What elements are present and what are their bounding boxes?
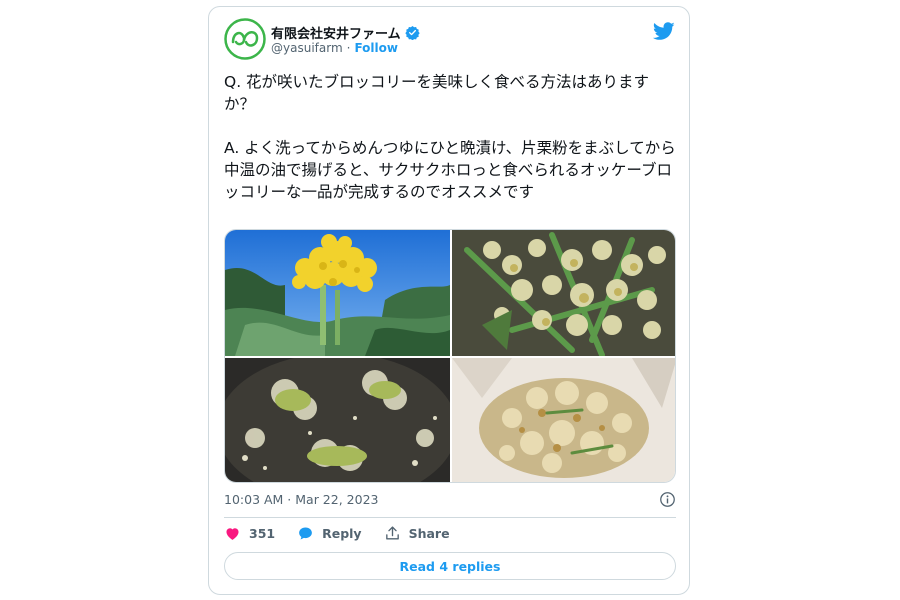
- author-name[interactable]: 有限会社安井ファーム: [271, 23, 401, 42]
- separator: ·: [346, 41, 351, 55]
- share-label: Share: [408, 526, 450, 541]
- twitter-bird-icon[interactable]: [653, 20, 675, 42]
- timestamp-row: 10:03 AM · Mar 22, 2023: [224, 491, 676, 508]
- reply-bubble-icon: [299, 527, 312, 540]
- share-icon: [385, 526, 399, 540]
- info-icon[interactable]: [659, 491, 676, 508]
- action-bar: 351 Reply Share: [224, 525, 450, 542]
- frying-broccoli-photo[interactable]: [225, 358, 450, 482]
- reply-button[interactable]: Reply: [297, 525, 362, 542]
- reply-label: Reply: [322, 526, 362, 541]
- tweet-card: 有限会社安井ファーム @yasuifarm · Follow Q. 花が咲いたブ…: [208, 6, 690, 595]
- heart-icon: [226, 528, 239, 540]
- tweet-timestamp[interactable]: 10:03 AM · Mar 22, 2023: [224, 492, 378, 507]
- share-button[interactable]: Share: [384, 525, 450, 542]
- verified-badge-icon: [404, 25, 420, 40]
- media-grid: [224, 229, 676, 483]
- like-count: 351: [249, 526, 276, 541]
- author-handle-row: @yasuifarm · Follow: [271, 41, 398, 55]
- author-handle[interactable]: @yasuifarm: [271, 41, 343, 55]
- flowering-broccoli-photo[interactable]: [225, 230, 450, 356]
- fried-broccoli-photo[interactable]: [452, 358, 675, 482]
- author-name-row: 有限会社安井ファーム: [271, 23, 420, 42]
- avatar[interactable]: [224, 18, 266, 60]
- like-button[interactable]: 351: [224, 525, 275, 542]
- washed-broccoli-flowers-photo[interactable]: [452, 230, 675, 356]
- follow-button[interactable]: Follow: [354, 41, 398, 55]
- tweet-text: Q. 花が咲いたブロッコリーを美味しく食べる方法はありますか？ A. よく洗って…: [224, 73, 676, 201]
- divider: [224, 517, 676, 518]
- read-replies-button[interactable]: Read 4 replies: [224, 552, 676, 580]
